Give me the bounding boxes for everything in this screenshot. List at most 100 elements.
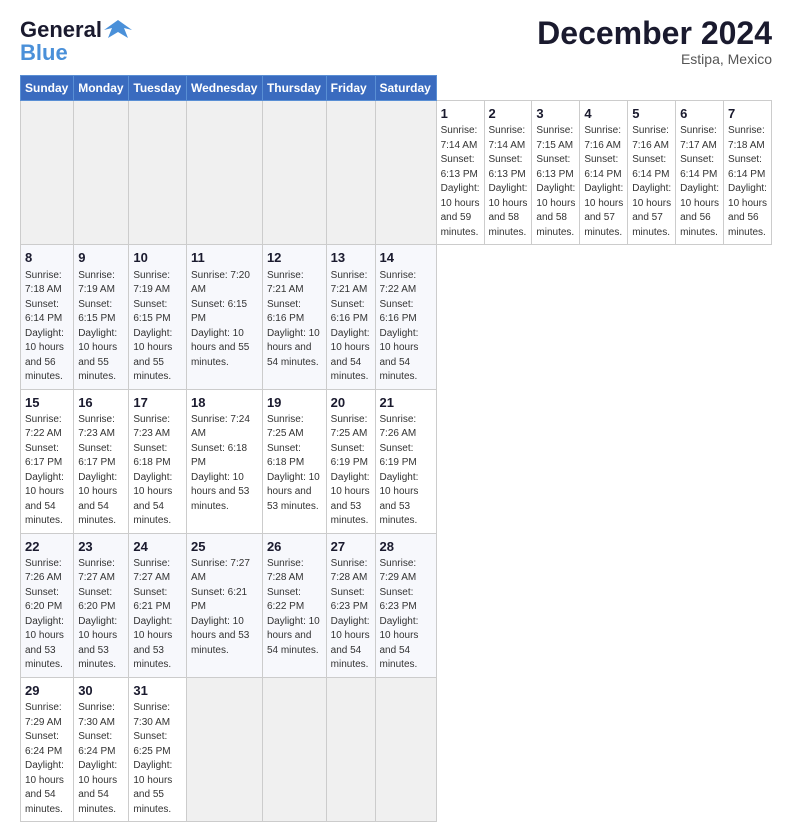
day-info: Sunrise: 7:26 AMSunset: 6:19 PMDaylight:… — [380, 413, 432, 529]
day-number: 15 — [25, 394, 69, 412]
table-row — [326, 677, 375, 821]
calendar-week-row: 22Sunrise: 7:26 AMSunset: 6:20 PMDayligh… — [21, 533, 772, 677]
table-row: 29Sunrise: 7:29 AMSunset: 6:24 PMDayligh… — [21, 677, 74, 821]
day-info: Sunrise: 7:28 AMSunset: 6:22 PMDaylight:… — [267, 557, 322, 659]
day-number: 25 — [191, 538, 258, 556]
day-info: Sunrise: 7:27 AMSunset: 6:21 PMDaylight:… — [191, 557, 258, 659]
header-tuesday: Tuesday — [129, 76, 187, 101]
day-number: 12 — [267, 249, 322, 267]
day-info: Sunrise: 7:26 AMSunset: 6:20 PMDaylight:… — [25, 557, 69, 673]
table-row: 22Sunrise: 7:26 AMSunset: 6:20 PMDayligh… — [21, 533, 74, 677]
day-info: Sunrise: 7:16 AMSunset: 6:14 PMDaylight:… — [632, 124, 671, 240]
day-number: 26 — [267, 538, 322, 556]
table-row — [262, 677, 326, 821]
table-row: 15Sunrise: 7:22 AMSunset: 6:17 PMDayligh… — [21, 389, 74, 533]
table-row: 17Sunrise: 7:23 AMSunset: 6:18 PMDayligh… — [129, 389, 187, 533]
table-row — [375, 101, 436, 245]
day-info: Sunrise: 7:17 AMSunset: 6:14 PMDaylight:… — [680, 124, 719, 240]
day-number: 10 — [133, 249, 182, 267]
header-friday: Friday — [326, 76, 375, 101]
day-number: 23 — [78, 538, 124, 556]
table-row: 4Sunrise: 7:16 AMSunset: 6:14 PMDaylight… — [580, 101, 628, 245]
day-number: 6 — [680, 105, 719, 123]
day-number: 30 — [78, 682, 124, 700]
day-info: Sunrise: 7:14 AMSunset: 6:13 PMDaylight:… — [441, 124, 480, 240]
table-row — [262, 101, 326, 245]
calendar-week-row: 8 Sunrise: 7:18 AMSunset: 6:14 PMDaylight… — [21, 245, 772, 389]
day-number: 29 — [25, 682, 69, 700]
table-row — [186, 677, 262, 821]
table-row: 25Sunrise: 7:27 AMSunset: 6:21 PMDayligh… — [186, 533, 262, 677]
table-row: 27Sunrise: 7:28 AMSunset: 6:23 PMDayligh… — [326, 533, 375, 677]
day-info: Sunrise: 7:25 AMSunset: 6:18 PMDaylight:… — [267, 413, 322, 515]
day-info: Sunrise: 7:14 AMSunset: 6:13 PMDaylight:… — [489, 124, 528, 240]
day-number: 28 — [380, 538, 432, 556]
day-info: Sunrise: 7:30 AMSunset: 6:25 PMDaylight:… — [133, 701, 182, 817]
day-number: 27 — [331, 538, 371, 556]
day-number: 3 — [536, 105, 575, 123]
table-row: 26Sunrise: 7:28 AMSunset: 6:22 PMDayligh… — [262, 533, 326, 677]
day-info: Sunrise: 7:18 AMSunset: 6:14 PMDaylight:… — [728, 124, 767, 240]
day-info: Sunrise: 7:21 AMSunset: 6:16 PMDaylight:… — [267, 269, 322, 371]
table-row: 13Sunrise: 7:21 AMSunset: 6:16 PMDayligh… — [326, 245, 375, 389]
table-row: 1Sunrise: 7:14 AMSunset: 6:13 PMDaylight… — [436, 101, 484, 245]
table-row — [129, 101, 187, 245]
table-row: 14 Sunrise: 7:22 AMSunset: 6:16 PMDayligh… — [375, 245, 436, 389]
day-number: 8 — [25, 249, 69, 267]
day-info: Sunrise: 7:27 AMSunset: 6:20 PMDaylight:… — [78, 557, 124, 673]
table-row: 11 Sunrise: 7:20 AMSunset: 6:15 PMDayligh… — [186, 245, 262, 389]
day-number: 1 — [441, 105, 480, 123]
day-info: Sunrise: 7:30 AMSunset: 6:24 PMDaylight:… — [78, 701, 124, 817]
header-thursday: Thursday — [262, 76, 326, 101]
logo-bird-icon — [104, 16, 132, 44]
day-number: 18 — [191, 394, 258, 412]
table-row — [186, 101, 262, 245]
table-row: 23Sunrise: 7:27 AMSunset: 6:20 PMDayligh… — [74, 533, 129, 677]
day-info: Sunrise: 7:22 AMSunset: 6:16 PMDaylight:… — [380, 269, 432, 385]
logo: General Blue — [20, 16, 132, 66]
table-row: 7Sunrise: 7:18 AMSunset: 6:14 PMDaylight… — [724, 101, 772, 245]
table-row — [326, 101, 375, 245]
day-info: Sunrise: 7:21 AMSunset: 6:16 PMDaylight:… — [331, 269, 371, 385]
calendar-week-row: 1Sunrise: 7:14 AMSunset: 6:13 PMDaylight… — [21, 101, 772, 245]
day-info: Sunrise: 7:19 AMSunset: 6:15 PMDaylight:… — [133, 269, 182, 385]
day-info: Sunrise: 7:27 AMSunset: 6:21 PMDaylight:… — [133, 557, 182, 673]
day-number: 16 — [78, 394, 124, 412]
table-row: 24Sunrise: 7:27 AMSunset: 6:21 PMDayligh… — [129, 533, 187, 677]
location: Estipa, Mexico — [537, 51, 772, 67]
day-info: Sunrise: 7:28 AMSunset: 6:23 PMDaylight:… — [331, 557, 371, 673]
day-number: 14 — [380, 249, 432, 267]
day-info: Sunrise: 7:29 AMSunset: 6:24 PMDaylight:… — [25, 701, 69, 817]
day-number: 31 — [133, 682, 182, 700]
title-block: December 2024 Estipa, Mexico — [537, 16, 772, 67]
day-info: Sunrise: 7:18 AMSunset: 6:14 PMDaylight:… — [25, 269, 69, 385]
table-row: 6Sunrise: 7:17 AMSunset: 6:14 PMDaylight… — [676, 101, 724, 245]
table-row: 2Sunrise: 7:14 AMSunset: 6:13 PMDaylight… — [484, 101, 532, 245]
table-row: 21Sunrise: 7:26 AMSunset: 6:19 PMDayligh… — [375, 389, 436, 533]
day-info: Sunrise: 7:29 AMSunset: 6:23 PMDaylight:… — [380, 557, 432, 673]
table-row — [375, 677, 436, 821]
day-info: Sunrise: 7:20 AMSunset: 6:15 PMDaylight:… — [191, 269, 258, 371]
day-info: Sunrise: 7:24 AMSunset: 6:18 PMDaylight:… — [191, 413, 258, 515]
header-sunday: Sunday — [21, 76, 74, 101]
month-title: December 2024 — [537, 16, 772, 51]
header: General Blue December 2024 Estipa, Mexic… — [20, 16, 772, 67]
day-number: 20 — [331, 394, 371, 412]
day-info: Sunrise: 7:22 AMSunset: 6:17 PMDaylight:… — [25, 413, 69, 529]
day-number: 24 — [133, 538, 182, 556]
day-info: Sunrise: 7:23 AMSunset: 6:17 PMDaylight:… — [78, 413, 124, 529]
day-number: 11 — [191, 249, 258, 267]
day-info: Sunrise: 7:16 AMSunset: 6:14 PMDaylight:… — [584, 124, 623, 240]
table-row: 12 Sunrise: 7:21 AMSunset: 6:16 PMDayligh… — [262, 245, 326, 389]
table-row: 10 Sunrise: 7:19 AMSunset: 6:15 PMDayligh… — [129, 245, 187, 389]
day-number: 5 — [632, 105, 671, 123]
calendar-week-row: 29Sunrise: 7:29 AMSunset: 6:24 PMDayligh… — [21, 677, 772, 821]
day-info: Sunrise: 7:19 AMSunset: 6:15 PMDaylight:… — [78, 269, 124, 385]
table-row: 19Sunrise: 7:25 AMSunset: 6:18 PMDayligh… — [262, 389, 326, 533]
day-number: 2 — [489, 105, 528, 123]
table-row: 31Sunrise: 7:30 AMSunset: 6:25 PMDayligh… — [129, 677, 187, 821]
day-number: 9 — [78, 249, 124, 267]
table-row: 3Sunrise: 7:15 AMSunset: 6:13 PMDaylight… — [532, 101, 580, 245]
day-info: Sunrise: 7:23 AMSunset: 6:18 PMDaylight:… — [133, 413, 182, 529]
table-row: 9 Sunrise: 7:19 AMSunset: 6:15 PMDaylight… — [74, 245, 129, 389]
